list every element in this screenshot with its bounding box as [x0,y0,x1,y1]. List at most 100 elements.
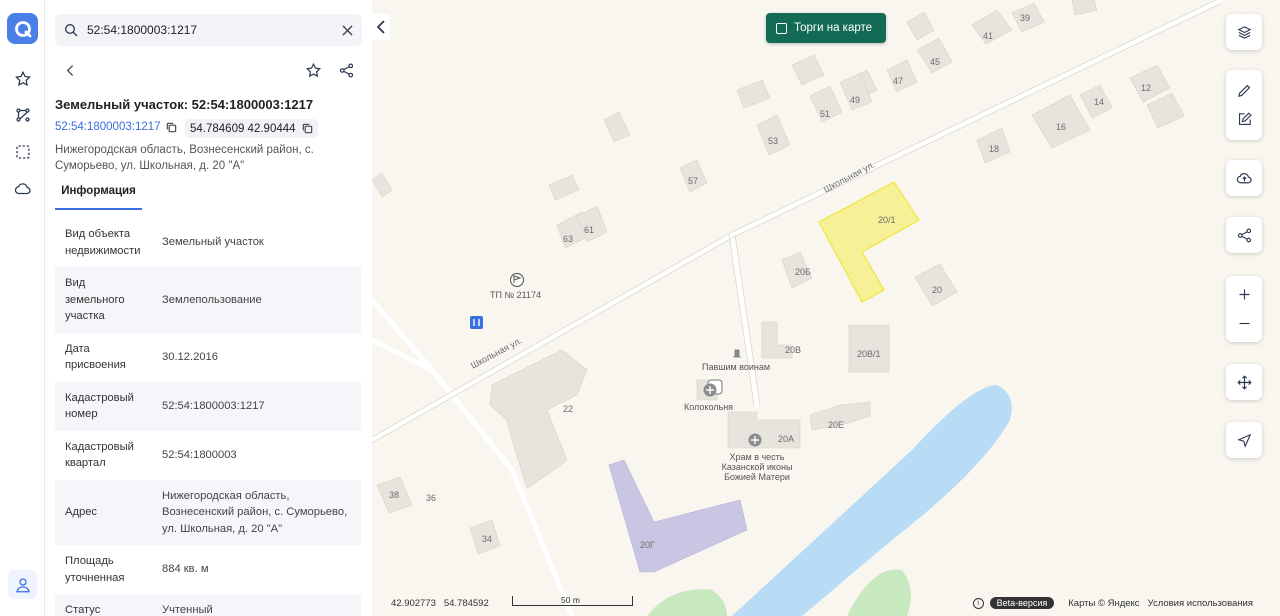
info-panel: Земельный участок: 52:54:1800003:1217 52… [45,0,372,616]
cursor-coordinates: 42.902773 54.784592 [391,598,489,609]
draw-tools-group [1226,70,1262,140]
beta-badge[interactable]: Beta-версия [989,597,1055,609]
row-value: Учтенный [162,604,213,616]
copy-icon[interactable] [166,122,177,133]
poi-label-substation[interactable]: ТП № 21174 [490,290,541,300]
coordinates-chip[interactable]: 54.784609 42.90444 [185,119,318,138]
house-number: 41 [983,31,994,41]
map-canvas[interactable]: Школьная ул. Школьная ул. 39 41 45 47 49… [372,0,1280,616]
house-number: 20/1 [878,215,896,225]
collapse-panel-button[interactable] [372,14,390,40]
house-number: 16 [1056,122,1067,132]
chevron-left-icon [376,20,385,34]
house-number: 18 [989,144,1000,154]
info-icon[interactable]: i [972,597,984,609]
house-number: 20 [932,285,943,295]
auctions-toggle-button[interactable]: Торги на карте [766,13,886,43]
terms-link[interactable]: Условия использования [1148,598,1253,609]
pan-button[interactable] [1226,364,1262,400]
geolocation-button[interactable] [1226,422,1262,458]
table-row: Кадастровый номер 52:54:1800003:1217 [55,381,361,431]
house-number: 12 [1141,83,1152,93]
cursor-lon: 42.902773 [391,598,436,609]
cadastral-number-text[interactable]: 52:54:1800003:1217 [55,121,161,133]
attribution-text[interactable]: Карты © Яндекс [1068,598,1139,609]
layers-button[interactable] [1226,14,1262,50]
row-key: Площадь уточненная [65,555,125,584]
upload-button[interactable] [1226,160,1262,196]
share-icon [1237,228,1251,242]
route-icon[interactable] [8,100,37,129]
zoom-controls [1226,276,1262,342]
auctions-toggle-label: Торги на карте [794,22,873,34]
search-input[interactable] [87,23,340,37]
zoom-in-icon[interactable] [1236,286,1253,303]
cloud-icon[interactable] [8,174,37,203]
favorites-star-icon[interactable] [8,64,37,93]
house-number: 14 [1094,97,1105,107]
house-number: 20В/1 [857,349,881,359]
house-number: 22 [563,404,574,414]
tab-information[interactable]: Информация [55,185,142,210]
house-number: 36 [426,493,437,503]
favorite-star-icon[interactable] [302,59,324,81]
row-key: Вид земельного участка [65,277,125,322]
table-row: Адрес Нижегородская область, Вознесенский… [55,479,361,545]
ruler-pencil-icon[interactable] [1236,82,1253,99]
table-row: Площадь уточненная 884 кв. м [55,545,361,594]
share-map-button[interactable] [1226,217,1262,253]
row-value: Землепользование [162,293,262,306]
row-key: Статус [65,604,101,616]
house-number: 20Б [795,267,811,277]
house-number: 47 [893,76,904,86]
poi-label-memorial[interactable]: Павшим воинам [702,362,770,372]
left-rail [0,0,45,616]
cadastral-number-link[interactable]: 52:54:1800003:1217 [55,121,177,133]
move-arrows-icon [1236,374,1252,390]
attribution: i Beta-версия Карты © Яндекс Условия исп… [972,597,1253,609]
user-icon[interactable] [8,570,37,599]
cursor-lat: 54.784592 [443,598,489,609]
checkbox[interactable] [776,22,787,34]
house-number: 53 [768,136,779,146]
table-row: Кадастровый квартал 52:54:1800003 [55,431,361,480]
location-arrow-icon [1236,433,1251,448]
coordinates-text: 54.784609 42.90444 [190,122,296,135]
poi-label-belfry[interactable]: Колокольня [684,402,733,412]
clear-search-icon[interactable] [340,23,354,37]
row-key: Дата присвоения [65,342,126,372]
poi-label-church[interactable]: Храм в честь Казанской иконы Божией Мате… [712,452,802,482]
layers-icon [1237,25,1251,39]
zoom-out-icon[interactable] [1236,315,1253,332]
table-row: Дата присвоения 30.12.2016 [55,333,361,382]
info-table: Вид объекта недвижимости Земельный участо… [55,218,361,616]
map-status-bar: 42.902773 54.784592 50 m i Beta-версия К… [372,595,1280,616]
house-number: 38 [389,490,400,500]
house-number: 20Г [640,540,655,550]
copy-icon[interactable] [302,123,313,134]
row-value: Земельный участок [162,236,264,249]
house-number: 39 [1020,13,1031,23]
house-number: 57 [688,176,699,186]
row-value: 30.12.2016 [162,350,218,363]
share-icon[interactable] [335,59,357,81]
row-key: Кадастровый номер [65,391,134,421]
house-number: 20Е [828,420,845,430]
row-value: 884 кв. м [162,563,209,576]
cloud-upload-icon [1236,172,1252,183]
house-number: 34 [482,534,493,544]
row-key: Адрес [65,506,98,518]
house-number: 20В [785,345,802,355]
house-number: 49 [850,95,861,105]
search-icon [65,24,78,37]
table-row: Вид объекта недвижимости Земельный участо… [55,218,361,267]
edit-icon[interactable] [1236,111,1253,128]
table-row: Статус Учтенный [55,594,361,616]
search-box [55,14,362,46]
row-value: Нижегородская область, Вознесенский райо… [162,489,348,535]
row-key: Кадастровый квартал [65,440,134,470]
selection-icon[interactable] [8,137,37,166]
scale-bar: 50 m [512,595,633,606]
logo-icon[interactable] [7,13,38,44]
back-chevron-icon[interactable] [59,59,81,81]
